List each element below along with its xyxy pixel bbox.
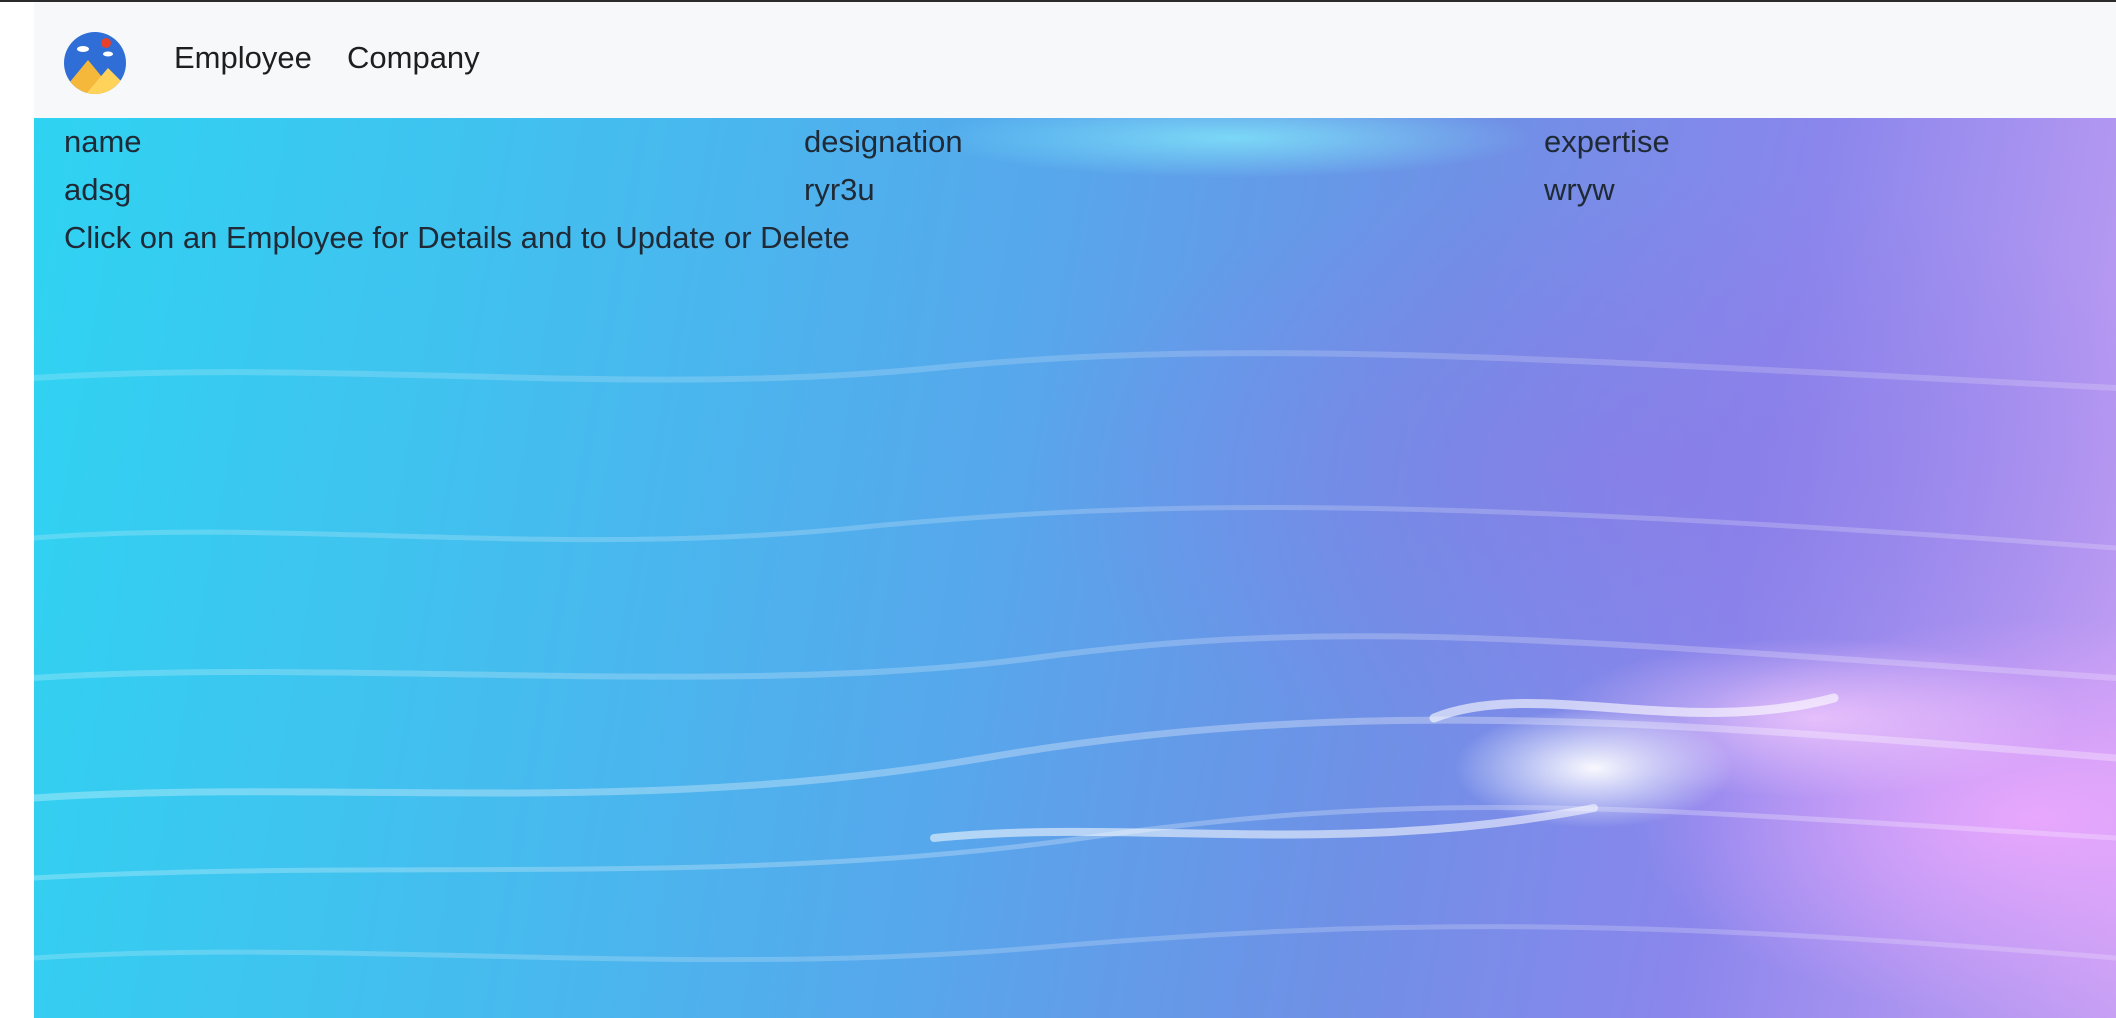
column-header-name: name bbox=[64, 124, 142, 159]
employee-table: name designation expertise adsg ryr3u wr… bbox=[64, 118, 2104, 214]
table-row[interactable]: adsg ryr3u wryw bbox=[64, 166, 2104, 214]
cell-designation[interactable]: ryr3u bbox=[804, 172, 875, 208]
app: Employee Company name designation expert… bbox=[34, 2, 2116, 1018]
instruction-text: Click on an Employee for Details and to … bbox=[64, 220, 850, 255]
cell-name[interactable]: adsg bbox=[64, 172, 131, 208]
landscape-logo-icon[interactable] bbox=[64, 32, 126, 94]
nav-link-employee[interactable]: Employee bbox=[174, 40, 312, 76]
main-content: name designation expertise adsg ryr3u wr… bbox=[34, 118, 2116, 1018]
navbar: Employee Company bbox=[34, 2, 2116, 118]
column-header-expertise: expertise bbox=[1544, 124, 1670, 159]
table-header-row: name designation expertise bbox=[64, 118, 2104, 166]
nav-link-company[interactable]: Company bbox=[347, 40, 480, 76]
column-header-designation: designation bbox=[804, 124, 963, 159]
cell-expertise[interactable]: wryw bbox=[1544, 172, 1615, 208]
